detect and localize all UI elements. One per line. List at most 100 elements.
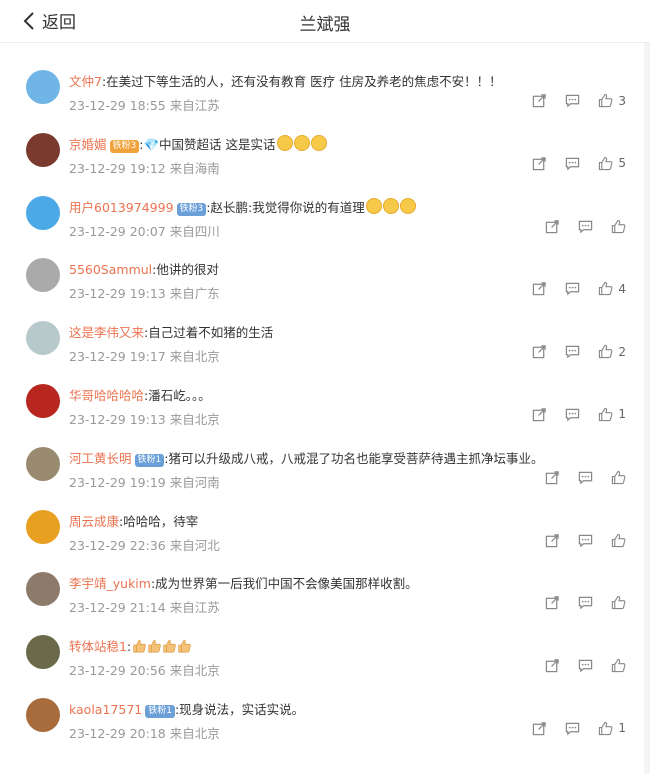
reply-button[interactable]: [578, 658, 593, 673]
comment-text: :在美过下等生活的人，还有没有教育 医疗 住房及养老的焦虑不安！！！: [101, 74, 502, 89]
comment-meta: 23-12-29 19:13 来自广东: [69, 283, 220, 302]
avatar[interactable]: [26, 258, 60, 293]
username-link[interactable]: 河工黄长明: [69, 451, 132, 466]
like-button[interactable]: 1: [598, 407, 626, 422]
share-button[interactable]: [545, 470, 560, 485]
reply-button[interactable]: [578, 533, 593, 548]
like-button[interactable]: 3: [598, 93, 626, 108]
comment-text: :哈哈哈，待宰: [119, 513, 199, 529]
like-count: 5: [618, 156, 626, 171]
reply-button[interactable]: [565, 156, 580, 171]
like-button[interactable]: 4: [598, 281, 626, 296]
share-button[interactable]: [532, 281, 547, 296]
like-button[interactable]: [611, 533, 626, 548]
share-button[interactable]: [532, 407, 547, 422]
reply-button[interactable]: [578, 219, 593, 234]
like-button[interactable]: 2: [598, 344, 626, 359]
avatar[interactable]: [26, 572, 60, 607]
comment-item: kaola17571 铁粉1:现身说法，实话实说。 23-12-29 20:18 来…: [0, 686, 650, 749]
username-link[interactable]: 转体站稳1: [69, 639, 127, 654]
reply-button[interactable]: [565, 721, 580, 736]
avatar[interactable]: [26, 383, 60, 418]
share-button[interactable]: [545, 658, 560, 673]
username-link[interactable]: kaola17571: [69, 702, 142, 717]
share-icon: [545, 596, 559, 610]
comment-extra: :💎中国赞超话 这是实话: [139, 136, 276, 152]
top-bar: 返回 兰斌强: [0, 0, 650, 43]
avatar[interactable]: [26, 635, 60, 670]
like-button[interactable]: [611, 658, 626, 673]
thumbs-up-icon: [611, 596, 626, 610]
like-count: 3: [618, 93, 626, 108]
comment-actions: [527, 533, 626, 548]
comment-icon: [566, 157, 580, 171]
comment-text-line: 周云成康:哈哈哈，待宰: [69, 511, 198, 530]
share-button[interactable]: [532, 156, 547, 171]
comment-text: :猪可以升级成八戒，八戒混了功名也能享受菩萨待遇主抓净坛事业。: [164, 450, 544, 466]
share-button[interactable]: [545, 533, 560, 548]
username-link[interactable]: 这是李伟又来: [69, 325, 144, 340]
avatar[interactable]: [26, 509, 60, 544]
like-count: 2: [618, 344, 626, 359]
avatar[interactable]: [26, 321, 60, 356]
like-button[interactable]: 5: [598, 156, 626, 171]
like-count: 1: [618, 407, 626, 422]
comment-meta: 23-12-29 19:17 来自北京: [69, 346, 220, 365]
comment-text-line: 5560Sammul:他讲的很对: [69, 259, 219, 278]
avatar[interactable]: [26, 195, 60, 230]
reply-button[interactable]: [565, 407, 580, 422]
share-button[interactable]: [532, 721, 547, 736]
share-button[interactable]: [545, 595, 560, 610]
emoji-icon: [382, 197, 399, 214]
comment-time: 23-12-29 20:18: [69, 725, 166, 741]
comment-time: 23-12-29 19:19: [69, 474, 166, 490]
avatar[interactable]: [26, 132, 60, 167]
comment-icon: [578, 597, 593, 610]
reply-button[interactable]: [578, 595, 593, 610]
thumbs-up-icon: [599, 345, 613, 359]
username-link[interactable]: 周云成康: [69, 514, 119, 529]
share-button[interactable]: [545, 219, 560, 234]
avatar[interactable]: [26, 697, 60, 732]
comment-location: 来自海南: [169, 160, 220, 176]
comment-actions: 1: [514, 721, 626, 736]
username-link[interactable]: 用户6013974999: [69, 200, 174, 215]
username-link[interactable]: 京婚媚: [69, 137, 107, 152]
comment-actions: [527, 658, 626, 673]
comment-item: 周云成康:哈哈哈，待宰 23-12-29 22:36 来自河北: [0, 498, 650, 561]
like-button[interactable]: [611, 470, 626, 485]
share-icon: [533, 722, 547, 736]
avatar[interactable]: [26, 446, 60, 481]
comment-time: 23-12-29 19:17: [69, 349, 166, 365]
comment-actions: [527, 470, 626, 485]
avatar[interactable]: [26, 70, 60, 104]
comment-item: 李宇靖_yukim:成为世界第一后我们中国不会像美国那样收割。 23-12-29 …: [0, 560, 650, 623]
reply-button[interactable]: [565, 344, 580, 359]
comment-actions: 4: [514, 281, 626, 296]
thumbs-up-emoji-icon: [162, 639, 176, 653]
comment-text-line: 转体站稳1:: [69, 636, 191, 655]
comment-location: 来自北京: [169, 349, 220, 365]
like-button[interactable]: [611, 219, 626, 234]
comment-meta: 23-12-29 21:14 来自江苏: [69, 597, 220, 616]
scrollbar[interactable]: [644, 0, 650, 774]
reply-button[interactable]: [565, 93, 580, 108]
comment-time: 23-12-29 18:55: [69, 98, 166, 113]
like-button[interactable]: [611, 595, 626, 610]
username-link[interactable]: 文仲7: [69, 74, 102, 89]
comment-text-line: 用户6013974999 铁粉3:赵长鹏:我觉得你说的有道理: [69, 197, 416, 216]
comment-location: 来自河北: [169, 537, 220, 553]
username-link[interactable]: 李宇靖_yukim: [69, 576, 151, 591]
comment-icon: [566, 283, 580, 296]
comment-text: :成为世界第一后我们中国不会像美国那样收割。: [150, 576, 418, 592]
comment-actions: [527, 595, 626, 610]
share-button[interactable]: [532, 344, 547, 359]
username-link[interactable]: 华哥哈哈哈哈: [69, 388, 144, 403]
reply-button[interactable]: [565, 281, 580, 296]
thumbs-up-emoji-icon: [132, 639, 146, 653]
reply-button[interactable]: [578, 470, 593, 485]
share-button[interactable]: [532, 93, 547, 108]
like-button[interactable]: 1: [598, 721, 626, 736]
username-link[interactable]: 5560Sammul: [69, 262, 152, 277]
thumbs-up-icon: [599, 282, 613, 296]
